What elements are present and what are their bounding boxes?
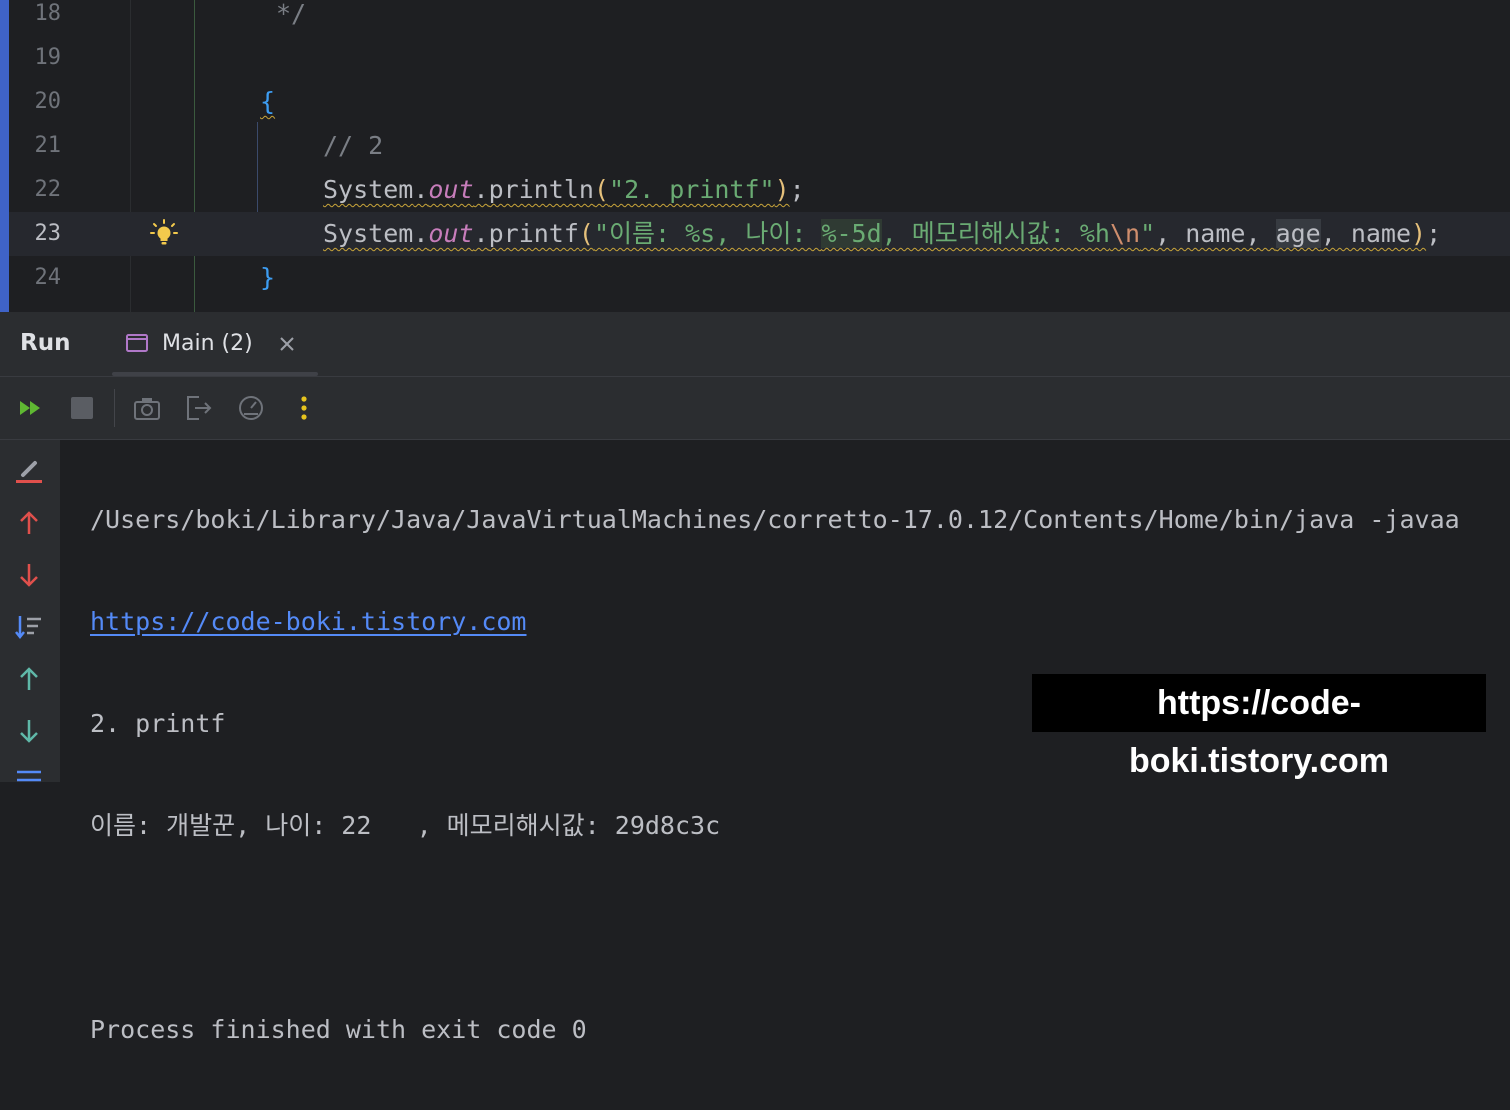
more-icon[interactable] bbox=[289, 393, 319, 423]
code-text: */ bbox=[276, 0, 307, 28]
line-number: 19 bbox=[34, 45, 62, 70]
toolbar-separator bbox=[114, 389, 115, 427]
line-number: 21 bbox=[34, 133, 62, 158]
code-line[interactable]: 20 { bbox=[9, 80, 1510, 124]
arrow-up-red-icon[interactable] bbox=[14, 508, 44, 538]
soft-wrap-icon[interactable] bbox=[14, 456, 44, 486]
code-line[interactable]: 21 // 2 bbox=[9, 124, 1510, 168]
code-line[interactable]: 19 bbox=[9, 36, 1510, 80]
code-editor[interactable]: 18 */ 19 20 { 21 // 2 22 System.out.prin… bbox=[0, 0, 1510, 312]
stop-icon[interactable] bbox=[67, 393, 97, 423]
arrow-down-red-icon[interactable] bbox=[14, 560, 44, 590]
code-text: { bbox=[260, 87, 276, 116]
run-title: Run bbox=[20, 330, 71, 356]
code-text: } bbox=[260, 263, 276, 292]
run-tab-bar: Run Main (2) bbox=[0, 312, 1510, 377]
code-line[interactable]: 24 } bbox=[9, 256, 1510, 300]
rerun-icon[interactable] bbox=[16, 393, 46, 423]
code-text: System.out.println("2. printf"); bbox=[323, 175, 805, 204]
lightbulb-icon[interactable] bbox=[149, 218, 179, 248]
code-line-current[interactable]: 23 System.out.printf("이름: %s, 나이: %-5d, … bbox=[9, 212, 1510, 256]
console-sidebar bbox=[0, 440, 60, 782]
line-number: 23 bbox=[34, 221, 62, 246]
close-icon[interactable] bbox=[277, 334, 297, 354]
run-tool-window: Run Main (2) /Users/boki/Library/Java/Ja… bbox=[0, 312, 1510, 1044]
sort-icon[interactable] bbox=[14, 612, 44, 642]
code-line[interactable]: 22 System.out.println("2. printf"); bbox=[9, 168, 1510, 212]
camera-icon[interactable] bbox=[132, 393, 162, 423]
window-icon bbox=[126, 334, 148, 352]
run-toolbar bbox=[0, 377, 1510, 440]
console-output-line: 이름: 개발꾼, 나이: 22 , 메모리해시값: 29d8c3c bbox=[90, 811, 721, 840]
console-command-line: /Users/boki/Library/Java/JavaVirtualMach… bbox=[90, 505, 1460, 534]
console-link[interactable]: https://code-boki.tistory.com bbox=[90, 607, 527, 636]
exit-icon[interactable] bbox=[184, 393, 214, 423]
line-number: 18 bbox=[34, 1, 62, 26]
code-line[interactable]: 18 */ bbox=[9, 0, 1510, 36]
editor-accent-bar bbox=[0, 0, 9, 312]
line-number: 24 bbox=[34, 265, 62, 290]
tab-label: Main (2) bbox=[162, 331, 253, 356]
console-exit-line: Process finished with exit code 0 bbox=[90, 1015, 587, 1044]
tab-underline bbox=[112, 372, 318, 376]
code-text: // 2 bbox=[323, 131, 384, 160]
arrow-down-icon[interactable] bbox=[14, 716, 44, 746]
code-text: System.out.printf("이름: %s, 나이: %-5d, 메모리… bbox=[323, 219, 1442, 248]
line-number: 22 bbox=[34, 177, 62, 202]
watermark: https://code-boki.tistory.com bbox=[1032, 674, 1486, 780]
tab-main[interactable]: Main (2) bbox=[112, 312, 318, 376]
menu-icon[interactable] bbox=[14, 766, 44, 796]
gauge-icon[interactable] bbox=[236, 393, 266, 423]
arrow-up-icon[interactable] bbox=[14, 664, 44, 694]
line-number: 20 bbox=[34, 89, 62, 114]
